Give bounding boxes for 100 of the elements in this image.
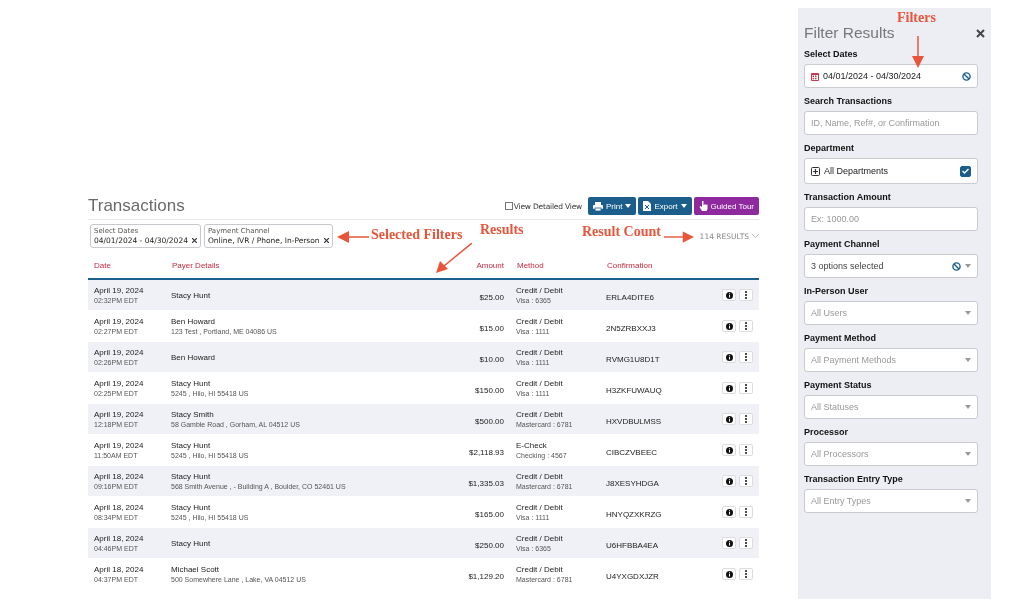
info-button[interactable] (722, 351, 736, 363)
field-label: Payment Method (804, 333, 877, 343)
close-icon[interactable] (191, 238, 197, 243)
confirmation-code: ERLA4DITE6 (606, 293, 655, 302)
info-button[interactable] (722, 537, 736, 549)
text-field[interactable]: Ex: 1000.00 (804, 207, 978, 231)
info-icon (725, 477, 733, 485)
annotation-arrow (664, 231, 694, 243)
amount-text: $2,118.93 (469, 448, 504, 457)
printer-icon (593, 201, 603, 211)
select-field[interactable]: All Statuses (804, 395, 978, 419)
page-title: Transactions (88, 196, 185, 216)
caret-icon (965, 264, 971, 268)
method-text: Credit / Debit (516, 503, 564, 512)
date-text: April 18, 2024 (94, 503, 145, 512)
more-button[interactable] (739, 537, 753, 549)
info-button[interactable] (722, 289, 736, 301)
clear-icon[interactable] (962, 71, 971, 81)
department-field[interactable]: All Departments (804, 158, 978, 184)
amount-text: $1,129.20 (468, 572, 504, 581)
clear-icon[interactable] (952, 261, 961, 271)
info-button[interactable] (722, 475, 736, 487)
guided-tour-button[interactable]: Guided Tour (693, 197, 759, 215)
field-label: Department (804, 143, 855, 153)
field-label: Payment Channel (804, 239, 881, 249)
calendar-icon (811, 71, 819, 81)
amount-text: $1,335.03 (468, 479, 504, 488)
close-icon[interactable] (976, 28, 985, 38)
info-icon (725, 384, 733, 392)
expand-icon (811, 166, 820, 176)
confirmation-code: U6HFBBA4EA (606, 541, 659, 550)
select-field[interactable]: All Entry Types (804, 489, 978, 513)
more-button[interactable] (739, 320, 753, 332)
annotation-label: Results (480, 222, 524, 238)
info-icon (725, 508, 733, 516)
caret-icon (965, 452, 971, 456)
more-button[interactable] (739, 506, 753, 518)
more-button[interactable] (739, 444, 753, 456)
payer-name: Stacy Smith (171, 410, 215, 419)
date-range-field[interactable]: 04/01/2024 - 04/30/2024 (804, 64, 978, 88)
annotation-label: Filters (897, 10, 936, 26)
info-button[interactable] (722, 320, 736, 332)
date-text: April 18, 2024 (94, 565, 145, 574)
date-text: April 19, 2024 (94, 379, 145, 388)
more-button[interactable] (739, 568, 753, 580)
select-field[interactable]: All Users (804, 301, 978, 325)
info-button[interactable] (722, 413, 736, 425)
amount-text: $15.00 (479, 324, 504, 333)
info-button[interactable] (722, 568, 736, 580)
date-text: April 19, 2024 (94, 441, 145, 450)
info-icon (725, 446, 733, 454)
print-button[interactable]: Print (588, 197, 637, 215)
payer-name: Stacy Hunt (171, 379, 212, 388)
date-text: April 18, 2024 (94, 472, 145, 481)
field-label: Transaction Entry Type (804, 474, 904, 484)
annotation-label: Selected Filters (371, 227, 463, 243)
payer-name: Stacy Hunt (171, 290, 212, 300)
annotation-arrow (911, 36, 925, 68)
text-field[interactable]: ID, Name, Ref#, or Confirmation (804, 111, 978, 135)
info-button[interactable] (722, 506, 736, 518)
caret-icon (965, 499, 971, 503)
confirmation-code: CIBCZVBEEC (606, 448, 658, 457)
confirmation-code: RVMG1U8D1T (606, 355, 660, 364)
payer-name: Stacy Hunt (171, 503, 212, 512)
info-button[interactable] (722, 444, 736, 456)
more-button[interactable] (739, 289, 753, 301)
info-icon (725, 570, 733, 578)
checkbox[interactable] (960, 165, 971, 177)
confirmation-code: U4YXGDXJZR (606, 572, 659, 581)
amount-text: $150.00 (475, 386, 504, 395)
more-button[interactable] (739, 413, 753, 425)
multi-select-field[interactable]: 3 options selected (804, 254, 978, 278)
amount-text: $500.00 (475, 417, 504, 426)
field-label: In-Person User (804, 286, 870, 296)
info-icon (725, 291, 733, 299)
select-field[interactable]: All Processors (804, 442, 978, 466)
method-text: E-Check (516, 441, 548, 450)
confirmation-code: HNYQZXKRZG (606, 510, 662, 519)
annotation-label: Result Count (582, 224, 661, 240)
method-text: Credit / Debit (516, 348, 564, 357)
confirmation-code: J8XESYHDGA (606, 479, 659, 488)
method-text: Credit / Debit (516, 379, 564, 388)
more-button[interactable] (739, 351, 753, 363)
field-label: Select Dates (804, 49, 859, 59)
date-text: April 19, 2024 (94, 348, 145, 357)
more-button[interactable] (739, 382, 753, 394)
annotation-arrow (436, 243, 472, 273)
field-label: Processor (804, 427, 850, 437)
close-icon[interactable] (323, 238, 329, 243)
confirmation-code: HXVDBULMSS (606, 417, 662, 426)
field-label: Payment Status (804, 380, 873, 390)
method-text: Credit / Debit (516, 286, 564, 295)
payer-name: Ben Howard (171, 317, 217, 326)
field-label: Search Transactions (804, 96, 894, 106)
select-field[interactable]: All Payment Methods (804, 348, 978, 372)
export-button[interactable]: Export (638, 197, 692, 215)
info-button[interactable] (722, 382, 736, 394)
field-label: Transaction Amount (804, 192, 892, 202)
more-button[interactable] (739, 475, 753, 487)
date-text: April 18, 2024 (94, 534, 145, 543)
